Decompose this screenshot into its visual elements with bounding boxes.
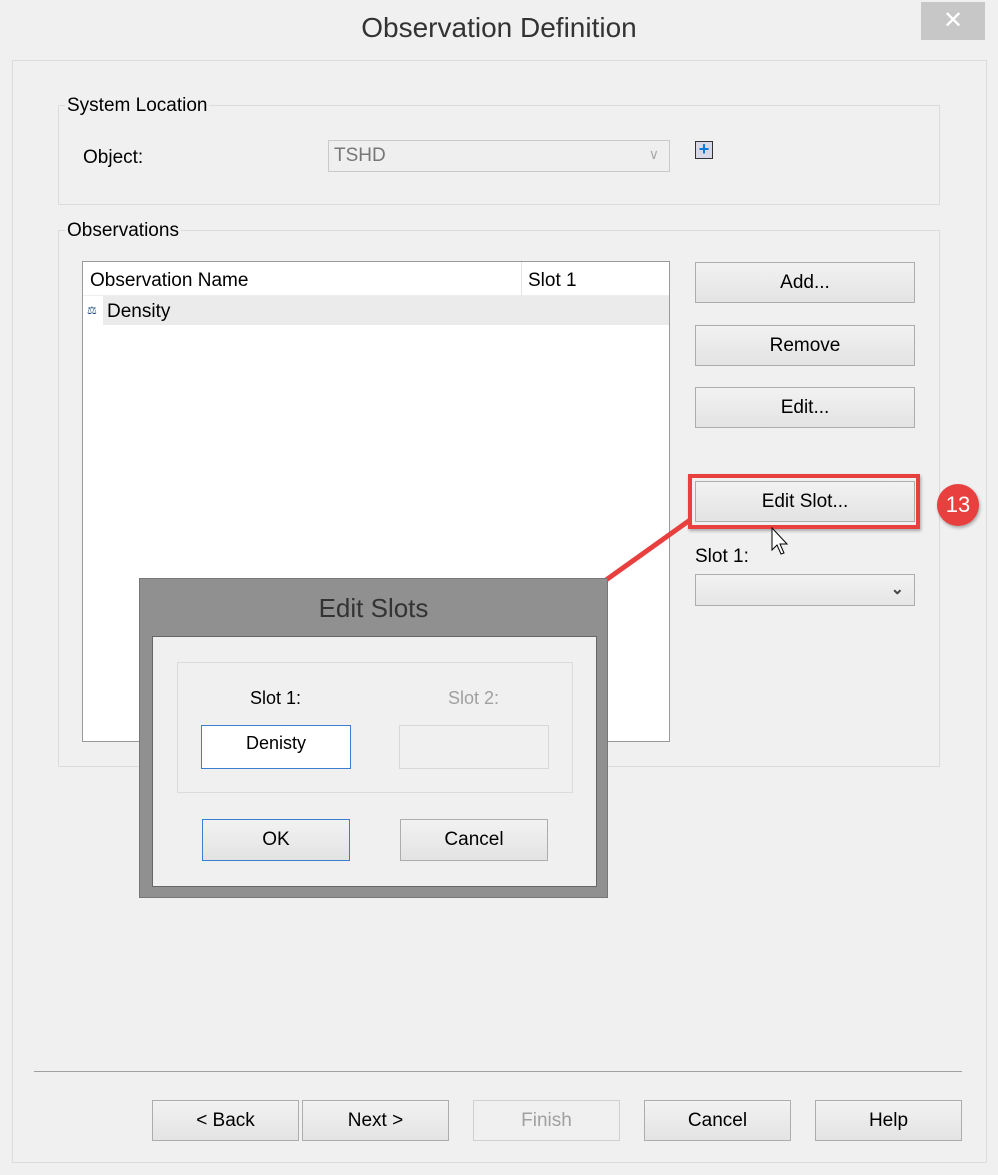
- slot1-input[interactable]: Denisty: [201, 725, 351, 769]
- edit-slots-title: Edit Slots: [318, 593, 429, 623]
- next-button[interactable]: Next >: [302, 1100, 449, 1141]
- footer-separator: [34, 1071, 962, 1072]
- slot2-edit-label: Slot 2:: [447, 688, 500, 708]
- cancel-button[interactable]: Cancel: [644, 1100, 791, 1141]
- cursor-icon: [771, 526, 789, 555]
- finish-button[interactable]: Finish: [473, 1100, 620, 1141]
- ok-button[interactable]: OK: [202, 819, 350, 861]
- back-button[interactable]: < Back: [152, 1100, 299, 1141]
- edit-slots-dialog: Edit Slots Slot 1: Slot 2: Denisty OK Ca…: [139, 578, 608, 898]
- help-button[interactable]: Help: [815, 1100, 962, 1141]
- edit-slots-cancel-button[interactable]: Cancel: [400, 819, 548, 861]
- slot1-edit-label: Slot 1:: [249, 688, 302, 708]
- slot2-input[interactable]: [399, 725, 549, 769]
